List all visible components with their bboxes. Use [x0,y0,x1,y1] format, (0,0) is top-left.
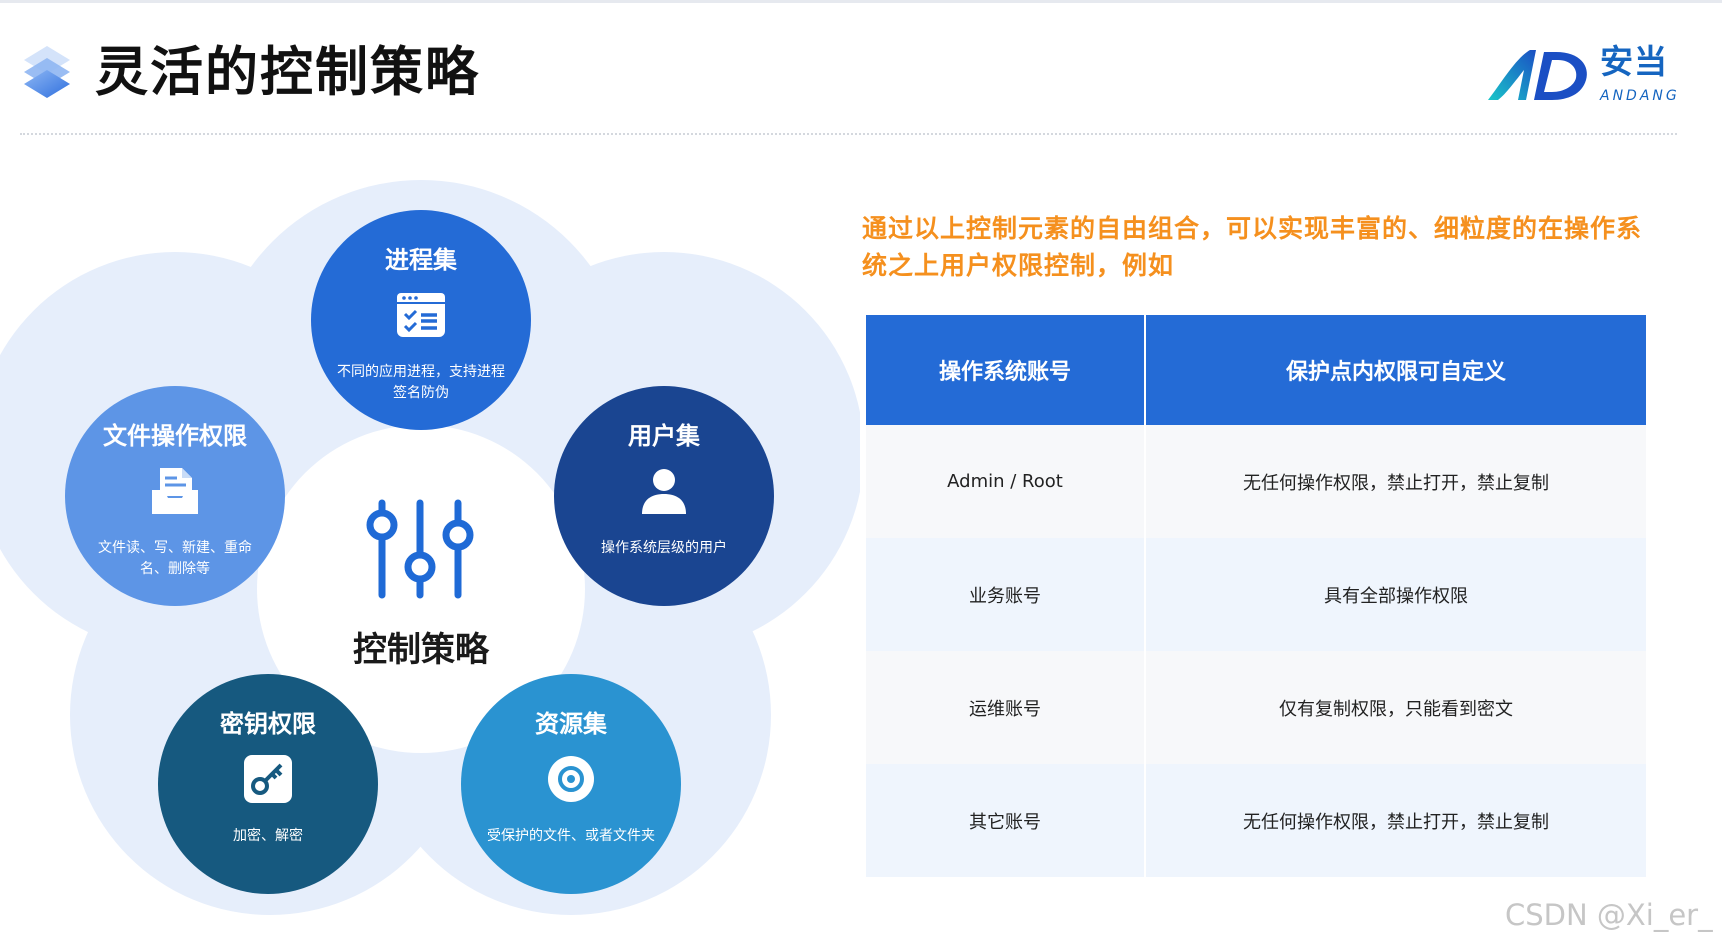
user-icon [642,469,686,514]
table-header: 操作系统账号 保护点内权限可自定义 [866,315,1646,425]
cell-account: 其它账号 [969,811,1041,833]
node-description: 不同的应用进程，支持进程签名防伪 [337,364,505,401]
browser-window-checklist-icon [397,293,445,337]
header-divider [20,133,1677,135]
node-title: 文件操作权限 [103,422,247,450]
headline-text: 通过以上控制元素的自由组合，可以实现丰富的、细粒度的在操作系统之上用户权限控制，… [862,214,1643,280]
node-description: 加密、解密 [233,828,303,844]
top-border [0,0,1722,3]
node-description: 受保护的文件、或者文件夹 [487,828,655,844]
cell-permission: 无任何操作权限，禁止打开，禁止复制 [1243,472,1549,494]
cell-permission: 仅有复制权限，只能看到密文 [1279,698,1513,720]
cell-account: Admin / Root [947,471,1063,492]
sliders-icon [366,499,474,599]
cell-account: 业务账号 [969,585,1041,607]
layers-icon [24,46,70,98]
logo-chinese-name: 安当 [1600,42,1668,81]
node-description: 文件读、写、新建、重命名、删除等 [98,540,252,577]
watermark: CSDN @Xi_er_ [1505,898,1713,932]
node-title: 用户集 [628,422,700,450]
disc-icon [548,756,594,802]
logo-english-name: ANDANG [1600,88,1680,104]
cell-permission: 具有全部操作权限 [1324,585,1468,607]
node-resource-set: 资源集 受保护的文件、或者文件夹 [461,674,681,894]
page-title: 灵活的控制策略 [95,42,480,103]
node-process-set: 进程集 不同的应用进程，支持进程签名防伪 [311,210,531,430]
table-row: 其它账号 无任何操作权限，禁止打开，禁止复制 [866,764,1646,877]
node-key-permission: 密钥权限 加密、解密 [158,674,378,894]
header-os-account: 操作系统账号 [938,360,1071,385]
node-title: 资源集 [535,710,607,738]
file-document-icon [152,468,198,514]
header-permission: 保护点内权限可自定义 [1285,360,1506,385]
permission-table: 操作系统账号 保护点内权限可自定义 Admin / Root 无任何操作权限，禁… [866,315,1646,877]
node-title: 进程集 [385,246,457,274]
node-user-set: 用户集 操作系统层级的用户 [554,386,774,606]
cell-permission: 无任何操作权限，禁止打开，禁止复制 [1243,811,1549,833]
control-strategy-diagram: 控制策略 进程集 不同的应用进程，支持进程签名防伪 用户集 操作系统层级的用户 … [0,140,860,940]
cell-account: 运维账号 [969,698,1041,720]
table-row: Admin / Root 无任何操作权限，禁止打开，禁止复制 [866,425,1646,538]
node-file-permission: 文件操作权限 文件读、写、新建、重命名、删除等 [65,386,285,606]
table-row: 运维账号 仅有复制权限，只能看到密文 [866,651,1646,764]
node-description: 操作系统层级的用户 [601,540,727,556]
node-title: 密钥权限 [220,710,316,738]
table-row: 业务账号 具有全部操作权限 [866,538,1646,651]
center-label: 控制策略 [353,630,489,670]
key-icon [244,755,292,803]
